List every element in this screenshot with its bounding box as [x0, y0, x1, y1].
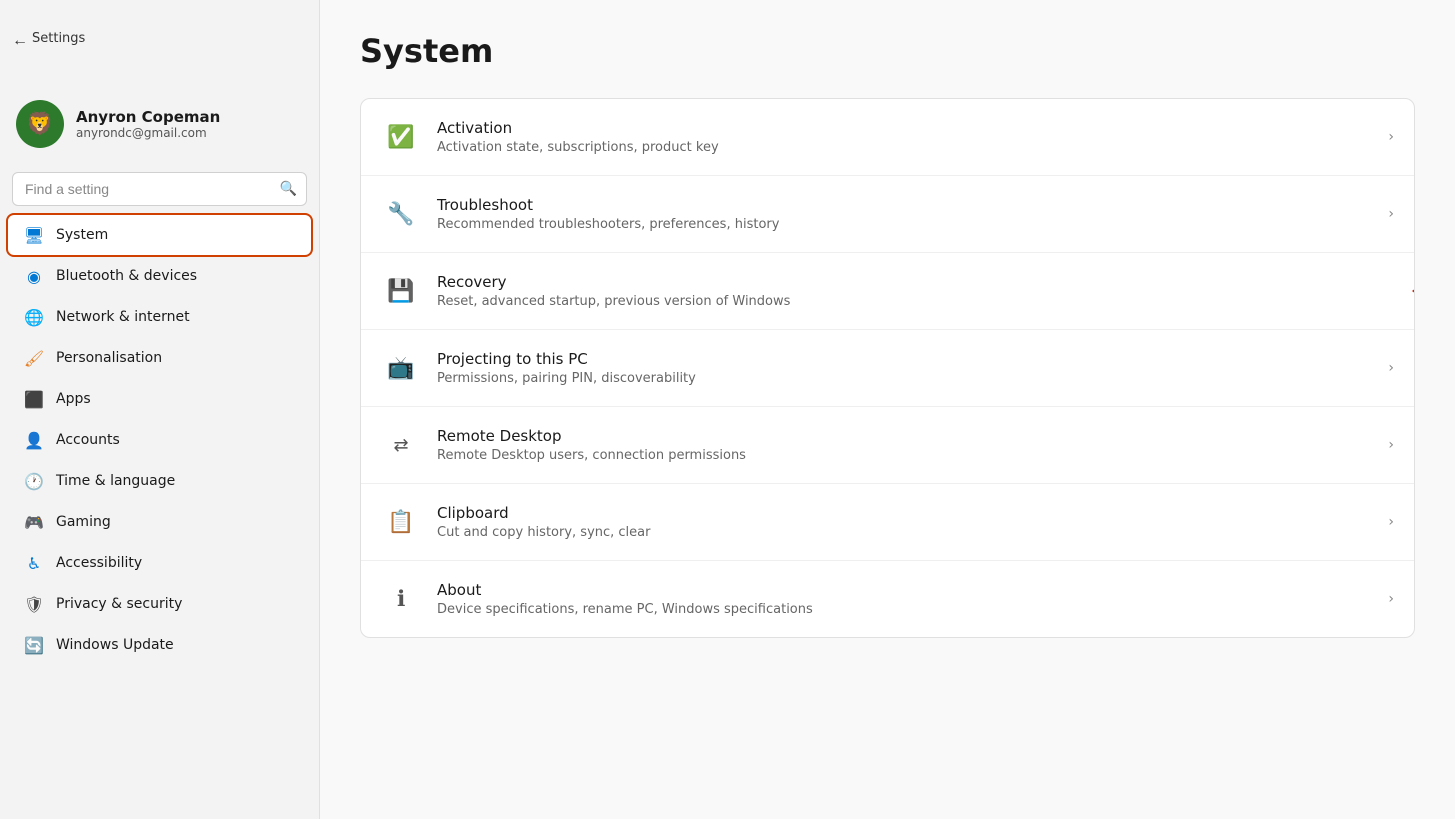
item-desc: Reset, advanced startup, previous versio…: [437, 294, 1394, 309]
sidebar-item-time[interactable]: 🕐 Time & language: [8, 461, 311, 501]
recovery-icon: 💾: [381, 271, 421, 311]
sidebar-nav: 🖥 System ◉ Bluetooth & devices 🌐 Network…: [0, 214, 319, 666]
apps-icon: ⬛: [24, 389, 44, 409]
profile-email: anyrondc@gmail.com: [76, 126, 220, 140]
remote-icon: ⇄: [381, 425, 421, 465]
settings-item-troubleshoot[interactable]: 🔧 Troubleshoot Recommended troubleshoote…: [361, 176, 1414, 253]
chevron-icon: ›: [1388, 437, 1394, 453]
chevron-icon: ›: [1388, 206, 1394, 222]
sidebar-item-apps[interactable]: ⬛ Apps: [8, 379, 311, 419]
chevron-icon: ›: [1388, 360, 1394, 376]
item-text: Projecting to this PC Permissions, pairi…: [437, 350, 1388, 386]
sidebar-item-privacy[interactable]: 🛡 Privacy & security: [8, 584, 311, 624]
avatar: 🦁: [16, 100, 64, 148]
chevron-icon: ›: [1388, 514, 1394, 530]
profile-info: Anyron Copeman anyrondc@gmail.com: [76, 108, 220, 140]
item-text: Recovery Reset, advanced startup, previo…: [437, 273, 1394, 309]
chevron-icon: ›: [1388, 591, 1394, 607]
item-desc: Device specifications, rename PC, Window…: [437, 602, 1388, 617]
sidebar-item-label: Privacy & security: [56, 596, 182, 612]
personalisation-icon: 🖌: [24, 348, 44, 368]
time-icon: 🕐: [24, 471, 44, 491]
item-desc: Remote Desktop users, connection permiss…: [437, 448, 1388, 463]
sidebar-item-label: Apps: [56, 391, 91, 407]
item-title: Remote Desktop: [437, 427, 1388, 445]
settings-item-remote[interactable]: ⇄ Remote Desktop Remote Desktop users, c…: [361, 407, 1414, 484]
about-icon: ℹ: [381, 579, 421, 619]
projecting-icon: 📺: [381, 348, 421, 388]
item-desc: Cut and copy history, sync, clear: [437, 525, 1388, 540]
sidebar-item-label: Bluetooth & devices: [56, 268, 197, 284]
bluetooth-icon: ◉: [24, 266, 44, 286]
item-desc: Permissions, pairing PIN, discoverabilit…: [437, 371, 1388, 386]
sidebar-item-label: System: [56, 227, 108, 243]
sidebar-item-label: Time & language: [56, 473, 175, 489]
sidebar-item-label: Accessibility: [56, 555, 142, 571]
item-title: Clipboard: [437, 504, 1388, 522]
sidebar-item-label: Windows Update: [56, 637, 174, 653]
troubleshoot-icon: 🔧: [381, 194, 421, 234]
item-title: Activation: [437, 119, 1388, 137]
item-title: Troubleshoot: [437, 196, 1388, 214]
settings-item-recovery[interactable]: 💾 Recovery Reset, advanced startup, prev…: [361, 253, 1414, 330]
item-desc: Activation state, subscriptions, product…: [437, 140, 1388, 155]
accounts-icon: 👤: [24, 430, 44, 450]
sidebar-item-system[interactable]: 🖥 System: [8, 215, 311, 255]
sidebar-item-accessibility[interactable]: ♿ Accessibility: [8, 543, 311, 583]
search-icon: 🔍: [280, 181, 297, 197]
profile-section: 🦁 Anyron Copeman anyrondc@gmail.com: [0, 52, 319, 164]
settings-list: ✅ Activation Activation state, subscript…: [360, 98, 1415, 638]
sidebar-item-bluetooth[interactable]: ◉ Bluetooth & devices: [8, 256, 311, 296]
app-title: Settings: [32, 31, 85, 46]
chevron-icon: ›: [1388, 129, 1394, 145]
settings-item-clipboard[interactable]: 📋 Clipboard Cut and copy history, sync, …: [361, 484, 1414, 561]
main-content: System ✅ Activation Activation state, su…: [320, 0, 1455, 819]
back-button[interactable]: ←: [8, 28, 32, 54]
item-text: Troubleshoot Recommended troubleshooters…: [437, 196, 1388, 232]
sidebar-item-accounts[interactable]: 👤 Accounts: [8, 420, 311, 460]
sidebar-item-gaming[interactable]: 🎮 Gaming: [8, 502, 311, 542]
item-text: Clipboard Cut and copy history, sync, cl…: [437, 504, 1388, 540]
item-desc: Recommended troubleshooters, preferences…: [437, 217, 1388, 232]
sidebar: ← Settings 🦁 Anyron Copeman anyrondc@gma…: [0, 0, 320, 819]
clipboard-icon: 📋: [381, 502, 421, 542]
privacy-icon: 🛡: [24, 594, 44, 614]
sidebar-item-update[interactable]: 🔄 Windows Update: [8, 625, 311, 665]
network-icon: 🌐: [24, 307, 44, 327]
page-title: System: [360, 32, 1415, 70]
update-icon: 🔄: [24, 635, 44, 655]
activation-icon: ✅: [381, 117, 421, 157]
search-box[interactable]: 🔍: [12, 172, 307, 206]
item-title: Recovery: [437, 273, 1394, 291]
sidebar-item-label: Network & internet: [56, 309, 190, 325]
sidebar-item-network[interactable]: 🌐 Network & internet: [8, 297, 311, 337]
item-text: About Device specifications, rename PC, …: [437, 581, 1388, 617]
settings-item-projecting[interactable]: 📺 Projecting to this PC Permissions, pai…: [361, 330, 1414, 407]
accessibility-icon: ♿: [24, 553, 44, 573]
settings-item-about[interactable]: ℹ About Device specifications, rename PC…: [361, 561, 1414, 637]
sidebar-item-label: Accounts: [56, 432, 120, 448]
sidebar-item-personalisation[interactable]: 🖌 Personalisation: [8, 338, 311, 378]
red-arrow-annotation: [1412, 275, 1415, 307]
item-title: Projecting to this PC: [437, 350, 1388, 368]
sidebar-item-label: Personalisation: [56, 350, 162, 366]
gaming-icon: 🎮: [24, 512, 44, 532]
item-text: Activation Activation state, subscriptio…: [437, 119, 1388, 155]
sidebar-item-label: Gaming: [56, 514, 111, 530]
system-icon: 🖥: [24, 225, 44, 245]
profile-name: Anyron Copeman: [76, 108, 220, 126]
search-input[interactable]: [12, 172, 307, 206]
settings-item-activation[interactable]: ✅ Activation Activation state, subscript…: [361, 99, 1414, 176]
item-title: About: [437, 581, 1388, 599]
item-text: Remote Desktop Remote Desktop users, con…: [437, 427, 1388, 463]
